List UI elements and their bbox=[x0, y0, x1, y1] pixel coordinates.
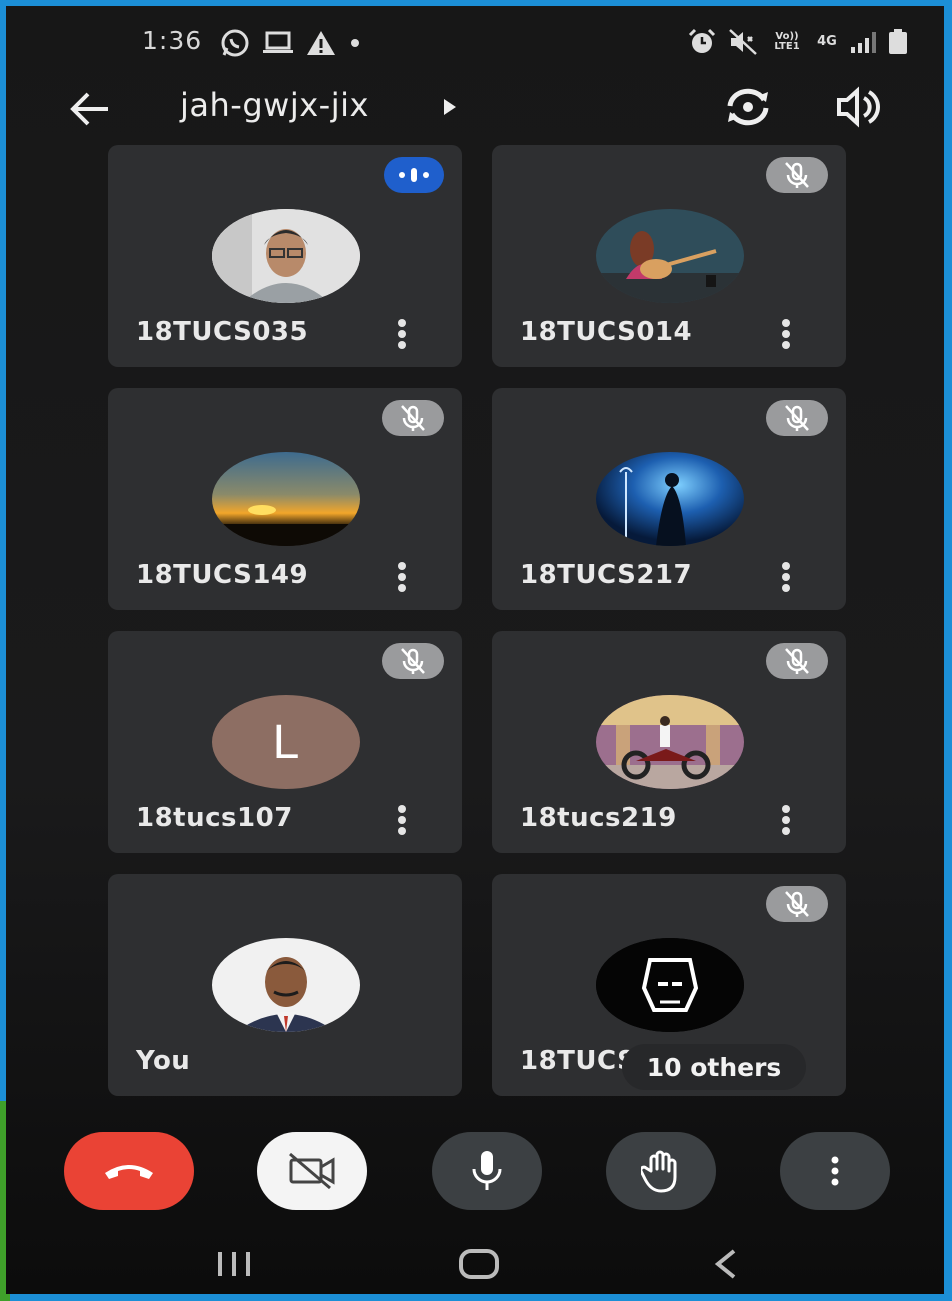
participant-tile[interactable]: 18TUCS035 bbox=[108, 145, 462, 367]
more-vert-icon[interactable] bbox=[398, 319, 408, 349]
more-vert-icon bbox=[831, 1156, 839, 1186]
more-vert-icon[interactable] bbox=[398, 805, 408, 835]
signal-icon bbox=[851, 32, 876, 53]
participant-name: 18tucs219 bbox=[520, 803, 677, 833]
mic-off-badge bbox=[766, 643, 828, 679]
participant-name: 18tucs107 bbox=[136, 803, 293, 833]
guitar-girl-photo-icon bbox=[596, 209, 744, 303]
dot-icon bbox=[351, 39, 359, 47]
mic-off-icon bbox=[785, 891, 809, 917]
mic-off-icon bbox=[401, 648, 425, 674]
call-end-icon bbox=[105, 1165, 153, 1179]
system-nav-bar bbox=[6, 1228, 944, 1294]
participant-name: 18TUCS035 bbox=[136, 317, 309, 347]
speaking-indicator bbox=[384, 157, 444, 193]
shiva-photo-icon bbox=[596, 452, 744, 546]
audio-level-icon bbox=[399, 168, 429, 182]
status-right-icons: Vo)) LTE1 4G bbox=[688, 28, 908, 56]
alarm-icon bbox=[688, 28, 716, 53]
whatsapp-icon bbox=[221, 29, 249, 57]
videocam-off-icon bbox=[289, 1152, 335, 1190]
speaker-icon[interactable] bbox=[836, 86, 882, 128]
participant-tile[interactable]: L 18tucs107 bbox=[108, 631, 462, 853]
network-4g-icon: 4G bbox=[817, 34, 837, 49]
camera-off-button[interactable] bbox=[257, 1132, 367, 1210]
mic-icon bbox=[472, 1151, 502, 1190]
end-call-button[interactable] bbox=[64, 1132, 194, 1210]
avatar bbox=[212, 209, 360, 303]
avatar bbox=[596, 452, 744, 546]
more-vert-icon[interactable] bbox=[782, 319, 792, 349]
participant-tile[interactable]: 18TUCS1 10 others bbox=[492, 874, 846, 1096]
more-vert-icon[interactable] bbox=[398, 562, 408, 592]
battery-icon bbox=[889, 29, 907, 54]
more-vert-icon[interactable] bbox=[782, 805, 792, 835]
avatar-initial-letter: L bbox=[272, 715, 300, 769]
others-count-pill[interactable]: 10 others bbox=[622, 1044, 806, 1090]
participant-tile[interactable]: 18TUCS149 bbox=[108, 388, 462, 610]
warning-icon bbox=[307, 31, 335, 55]
status-time: 1:36 bbox=[142, 26, 203, 55]
mute-vibrate-icon bbox=[729, 29, 757, 55]
raise-hand-button[interactable] bbox=[606, 1132, 716, 1210]
mic-off-badge bbox=[766, 157, 828, 193]
mic-off-icon bbox=[785, 162, 809, 188]
iron-man-icon bbox=[596, 938, 744, 1032]
back-arrow-icon[interactable] bbox=[68, 90, 110, 128]
phone-screen: 1:36 Vo)) LTE1 4G jah-gwjx-jix 18TUCS035… bbox=[6, 6, 944, 1294]
volte-icon: Vo)) LTE1 bbox=[774, 31, 800, 52]
participant-name: 18TUCS149 bbox=[136, 560, 309, 590]
participant-tile[interactable]: 18TUCS014 bbox=[492, 145, 846, 367]
avatar bbox=[596, 695, 744, 789]
participant-name: You bbox=[136, 1046, 191, 1076]
switch-camera-icon[interactable] bbox=[722, 84, 774, 130]
more-options-button[interactable] bbox=[780, 1132, 890, 1210]
mic-off-icon bbox=[785, 648, 809, 674]
home-icon[interactable] bbox=[458, 1248, 500, 1280]
avatar bbox=[212, 938, 360, 1032]
hand-icon bbox=[641, 1150, 677, 1193]
mic-off-badge bbox=[382, 400, 444, 436]
avatar bbox=[596, 209, 744, 303]
participant-name: 18TUCS217 bbox=[520, 560, 693, 590]
recent-apps-icon[interactable] bbox=[216, 1250, 252, 1278]
laptop-icon bbox=[263, 31, 293, 53]
participant-name: 18TUCS014 bbox=[520, 317, 693, 347]
avatar bbox=[212, 452, 360, 546]
mic-off-icon bbox=[785, 405, 809, 431]
mic-off-icon bbox=[401, 405, 425, 431]
status-left-icons bbox=[220, 28, 362, 58]
microphone-button[interactable] bbox=[432, 1132, 542, 1210]
more-vert-icon[interactable] bbox=[782, 562, 792, 592]
sunset-photo-icon bbox=[212, 452, 360, 546]
person-photo-icon bbox=[212, 209, 360, 303]
avatar bbox=[596, 938, 744, 1032]
app-bar: jah-gwjx-jix bbox=[6, 80, 944, 136]
meeting-code-title[interactable]: jah-gwjx-jix bbox=[180, 86, 369, 124]
mic-off-badge bbox=[766, 400, 828, 436]
self-photo-icon bbox=[212, 938, 360, 1032]
nav-back-icon[interactable] bbox=[712, 1248, 738, 1280]
caret-right-icon[interactable] bbox=[442, 98, 458, 116]
avatar-initial: L bbox=[212, 695, 360, 789]
participant-tile[interactable]: 18TUCS217 bbox=[492, 388, 846, 610]
mic-off-badge bbox=[382, 643, 444, 679]
participant-tile[interactable]: 18tucs219 bbox=[492, 631, 846, 853]
status-bar: 1:36 Vo)) LTE1 4G bbox=[6, 6, 944, 76]
mic-off-badge bbox=[766, 886, 828, 922]
motorbike-photo-icon bbox=[596, 695, 744, 789]
self-tile[interactable]: You bbox=[108, 874, 462, 1096]
